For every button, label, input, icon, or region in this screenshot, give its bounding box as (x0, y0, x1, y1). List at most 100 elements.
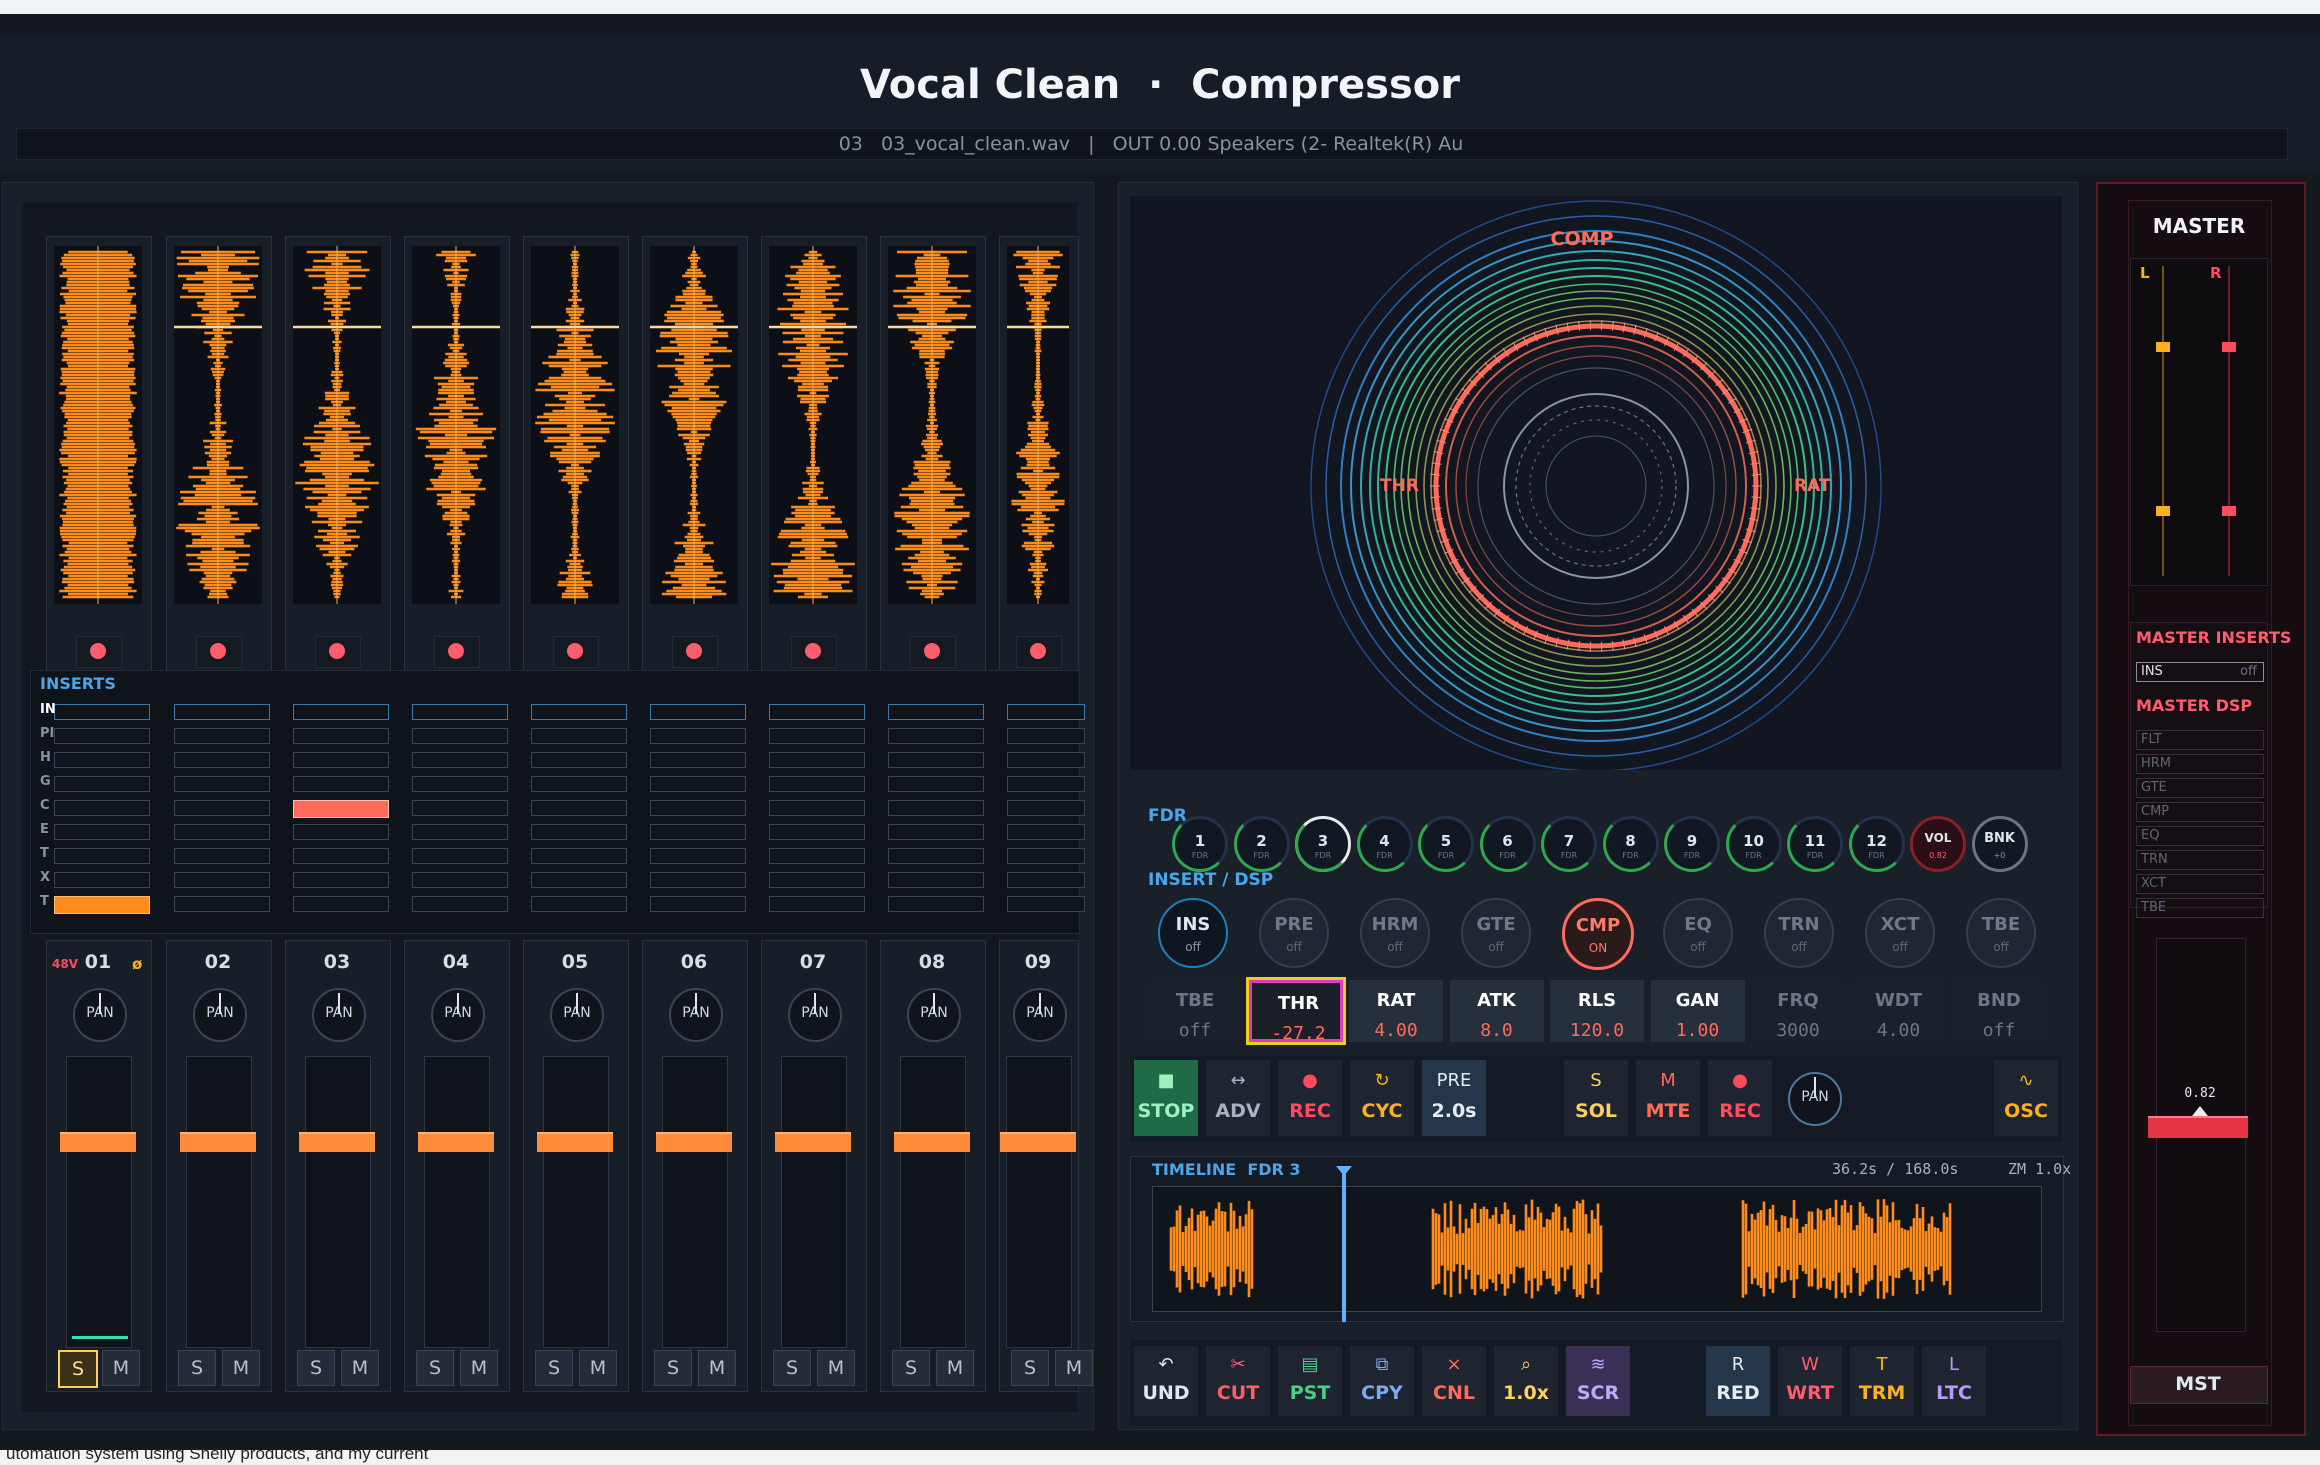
master-dsp-slot[interactable]: TRN (2136, 850, 2264, 870)
insert-slot[interactable] (1007, 776, 1085, 792)
record-arm-icon[interactable] (924, 643, 940, 659)
insert-slot[interactable] (293, 824, 389, 840)
channel-fader-track[interactable] (424, 1056, 490, 1348)
dsp-module-gte[interactable]: GTE off (1461, 898, 1531, 968)
edit-cut-button[interactable]: ✂ CUT (1206, 1346, 1270, 1416)
transport-cyc-button[interactable]: ↻ CYC (1350, 1060, 1414, 1136)
channel-fader-cap[interactable] (656, 1132, 732, 1152)
solo-button[interactable]: S (773, 1350, 811, 1386)
master-fader-cap[interactable] (2148, 1116, 2248, 1138)
channel-fader-cap[interactable] (537, 1132, 613, 1152)
master-dsp-slot[interactable]: CMP (2136, 802, 2264, 822)
edit-und-button[interactable]: ↶ UND (1134, 1346, 1198, 1416)
insert-slot[interactable] (54, 728, 150, 744)
dsp-module-pre[interactable]: PRE off (1259, 898, 1329, 968)
insert-slot[interactable] (888, 800, 984, 816)
insert-slot[interactable] (412, 824, 508, 840)
channel-fader-cap[interactable] (299, 1132, 375, 1152)
insert-slot[interactable] (293, 896, 389, 912)
insert-slot[interactable] (1007, 872, 1085, 888)
mute-button[interactable]: M (579, 1350, 617, 1386)
dsp-module-cmp[interactable]: CMP ON (1562, 898, 1634, 970)
pan-knob[interactable]: PAN (193, 988, 247, 1042)
record-arm-icon[interactable] (90, 643, 106, 659)
mute-button[interactable]: M (341, 1350, 379, 1386)
insert-slot[interactable] (54, 848, 150, 864)
edit-cpy-button[interactable]: ⧉ CPY (1350, 1346, 1414, 1416)
edit-ltc-button[interactable]: L LTC (1922, 1346, 1986, 1416)
solo-button[interactable]: S (58, 1350, 98, 1388)
insert-slot[interactable] (1007, 752, 1085, 768)
edit-pst-button[interactable]: ▤ PST (1278, 1346, 1342, 1416)
dsp-module-hrm[interactable]: HRM off (1360, 898, 1430, 968)
insert-slot[interactable] (174, 896, 270, 912)
insert-slot[interactable] (174, 824, 270, 840)
insert-slot[interactable] (174, 776, 270, 792)
insert-slot[interactable] (650, 896, 746, 912)
insert-slot[interactable] (412, 872, 508, 888)
solo-button[interactable]: S (892, 1350, 930, 1386)
insert-slot[interactable] (650, 824, 746, 840)
transport-mte-button[interactable]: M MTE (1636, 1060, 1700, 1136)
param-tbe[interactable]: TBE off (1148, 980, 1242, 1042)
channel-fader-track[interactable] (543, 1056, 609, 1348)
insert-slot[interactable] (531, 848, 627, 864)
insert-slot[interactable] (531, 728, 627, 744)
record-arm-icon[interactable] (448, 643, 464, 659)
insert-slot[interactable] (54, 704, 150, 720)
volume-knob[interactable]: VOL 0.82 (1910, 816, 1966, 872)
channel-fader-cap[interactable] (180, 1132, 256, 1152)
pan-knob[interactable]: PAN (312, 988, 366, 1042)
insert-slot[interactable] (769, 872, 865, 888)
master-dsp-slot[interactable]: TBE (2136, 898, 2264, 918)
insert-slot[interactable] (293, 728, 389, 744)
insert-slot[interactable] (531, 704, 627, 720)
edit-red-button[interactable]: R RED (1706, 1346, 1770, 1416)
insert-slot[interactable] (888, 872, 984, 888)
solo-button[interactable]: S (297, 1350, 335, 1386)
mute-button[interactable]: M (222, 1350, 260, 1386)
insert-slot[interactable] (293, 752, 389, 768)
insert-slot[interactable] (412, 728, 508, 744)
phantom-power-label[interactable]: 48V (52, 957, 78, 971)
insert-slot[interactable] (174, 728, 270, 744)
transport-sol-button[interactable]: S SOL (1564, 1060, 1628, 1136)
bank-knob[interactable]: BNK +0 (1971, 816, 2028, 872)
record-arm-icon[interactable] (805, 643, 821, 659)
insert-slot[interactable] (531, 896, 627, 912)
mute-button[interactable]: M (102, 1350, 140, 1386)
insert-slot[interactable] (769, 824, 865, 840)
pan-knob[interactable]: PAN (73, 988, 127, 1042)
insert-slot[interactable] (650, 800, 746, 816)
insert-slot[interactable] (650, 776, 746, 792)
playhead[interactable] (1342, 1170, 1346, 1322)
transport-pre-button[interactable]: PRE 2.0s (1422, 1060, 1486, 1136)
master-ins-slot[interactable]: INS off (2136, 662, 2264, 682)
insert-slot[interactable] (531, 752, 627, 768)
param-frq[interactable]: FRQ 3000 (1751, 980, 1845, 1042)
channel-fader-cap[interactable] (894, 1132, 970, 1152)
fdr-button-8[interactable]: 8 FDR (1602, 816, 1659, 872)
mute-button[interactable]: M (936, 1350, 974, 1386)
param-thr[interactable]: THR -27.2 (1248, 980, 1343, 1044)
dsp-module-xct[interactable]: XCT off (1865, 898, 1935, 968)
dsp-module-ins[interactable]: INS off (1158, 898, 1228, 968)
insert-slot[interactable] (54, 752, 150, 768)
insert-slot[interactable] (174, 800, 270, 816)
insert-slot[interactable] (174, 704, 270, 720)
insert-slot[interactable] (293, 800, 389, 818)
fdr-button-3[interactable]: 3 FDR (1295, 816, 1351, 872)
insert-slot[interactable] (412, 848, 508, 864)
channel-fader-track[interactable] (1006, 1056, 1072, 1348)
channel-fader-cap[interactable] (1000, 1132, 1076, 1152)
insert-slot[interactable] (412, 896, 508, 912)
insert-slot[interactable] (1007, 728, 1085, 744)
insert-slot[interactable] (769, 704, 865, 720)
insert-slot[interactable] (293, 704, 389, 720)
master-dsp-slot[interactable]: HRM (2136, 754, 2264, 774)
insert-slot[interactable] (888, 896, 984, 912)
insert-slot[interactable] (293, 776, 389, 792)
channel-fader-track[interactable] (66, 1056, 132, 1348)
record-arm-icon[interactable] (686, 643, 702, 659)
master-dsp-slot[interactable]: FLT (2136, 730, 2264, 750)
